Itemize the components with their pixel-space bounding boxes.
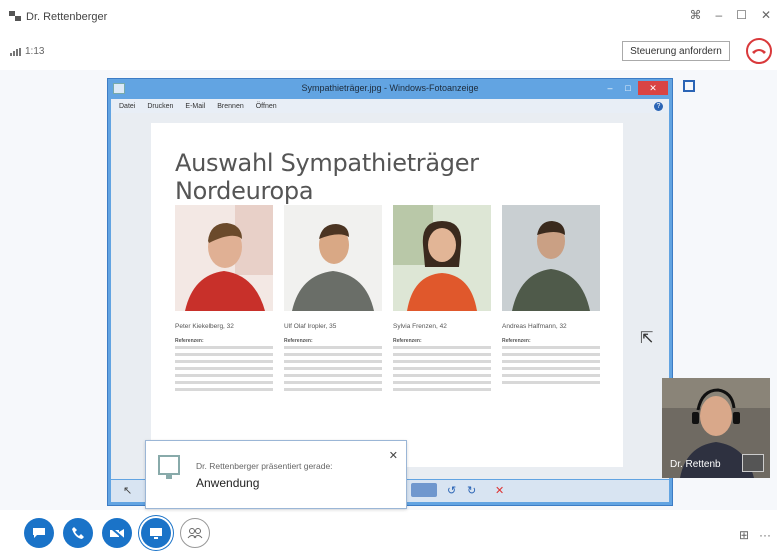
lync-app-icon [9, 11, 21, 21]
phone-hangup-icon [752, 49, 766, 54]
rotate-left-icon[interactable]: ↺ [447, 484, 456, 497]
mouse-cursor-icon: ⇱ [640, 330, 654, 347]
person-name: Andreas Halfmann, 32 [502, 323, 567, 330]
menu-brennen[interactable]: Brennen [217, 103, 243, 110]
presentation-type: Anwendung [196, 476, 260, 490]
references-label: Referenzen: [502, 338, 531, 344]
references-label: Referenzen: [175, 338, 204, 344]
photo-viewer-titlebar: Sympathieträger.jpg - Windows-Fotoanzeig… [108, 79, 672, 99]
hangup-button[interactable] [746, 38, 772, 64]
document-heading: Auswahl Sympathieträger Nordeuropa [175, 149, 479, 205]
title-bar: Dr. Rettenberger ⌘ – ☐ ✕ [0, 0, 777, 34]
photo-viewer-menubar: Datei Drucken E-Mail Brennen Öffnen ? [111, 99, 669, 113]
window-controls: ⌘ – ☐ ✕ [689, 8, 771, 22]
call-duration: 1:13 [25, 46, 45, 57]
pointer-icon: ↖ [123, 485, 133, 497]
phone-icon [72, 527, 84, 539]
presenter-text: Dr. Rettenberger präsentiert gerade: [196, 461, 333, 471]
people-photos [175, 205, 600, 311]
person-caption: Sylvia Frenzen, 42 Referenzen: [393, 323, 491, 395]
layout-icon[interactable]: ⊞ [739, 528, 749, 542]
person-photo [284, 205, 382, 311]
notification-close-button[interactable]: ✕ [389, 449, 398, 462]
delete-icon[interactable]: ✕ [495, 484, 504, 497]
participant-name: Dr. Rettenb [670, 459, 721, 470]
signal-strength-icon [10, 47, 21, 56]
person-photo [175, 205, 273, 311]
maximize-button[interactable]: ☐ [736, 8, 747, 22]
request-control-button[interactable]: Steuerung anfordern [622, 41, 730, 61]
close-button[interactable]: ✕ [761, 8, 771, 22]
presenting-notification: Dr. Rettenberger präsentiert gerade: Anw… [145, 440, 407, 509]
bottom-right-controls: ⊞ ··· [739, 528, 771, 542]
participants-icon [187, 528, 203, 539]
references-label: Referenzen: [393, 338, 422, 344]
document-page: Auswahl Sympathieträger Nordeuropa Peter… [151, 123, 623, 467]
help-icon[interactable]: ? [654, 101, 663, 111]
person-photo [393, 205, 491, 311]
person-name: Ulf Olaf Iropler, 35 [284, 323, 337, 330]
menu-email[interactable]: E-Mail [185, 103, 205, 110]
menu-datei[interactable]: Datei [119, 103, 135, 110]
call-controls [24, 518, 210, 548]
person-caption: Andreas Halfmann, 32 Referenzen: [502, 323, 600, 395]
menu-drucken[interactable]: Drucken [147, 103, 173, 110]
references-label: Referenzen: [284, 338, 313, 344]
menu-oeffnen[interactable]: Öffnen [256, 103, 277, 110]
more-options-icon[interactable]: ··· [759, 528, 771, 542]
person-caption: Ulf Olaf Iropler, 35 Referenzen: [284, 323, 382, 395]
chat-button[interactable] [24, 518, 54, 548]
monitor-icon [158, 455, 180, 479]
slideshow-button[interactable] [411, 483, 437, 497]
camera-icon[interactable] [742, 454, 764, 472]
participant-video: Dr. Rettenb [662, 378, 770, 478]
video-button[interactable] [102, 518, 132, 548]
person-caption: Peter Kiekelberg, 32 Referenzen: [175, 323, 273, 395]
photo-canvas: Auswahl Sympathieträger Nordeuropa Peter… [111, 113, 669, 479]
minimize-button[interactable]: – [715, 8, 722, 22]
pv-minimize-button[interactable]: – [602, 81, 618, 95]
person-name: Sylvia Frenzen, 42 [393, 323, 447, 330]
present-button[interactable] [141, 518, 171, 548]
popout-icon[interactable]: ⌘ [689, 8, 701, 22]
call-status: 1:13 [10, 46, 44, 57]
video-off-icon [109, 526, 125, 540]
photo-viewer-controls: – □ ✕ [602, 81, 668, 95]
people-captions: Peter Kiekelberg, 32 Referenzen: Ulf Ola… [175, 323, 600, 395]
person-name: Peter Kiekelberg, 32 [175, 323, 234, 330]
photo-viewer-title: Sympathieträger.jpg - Windows-Fotoanzeig… [301, 83, 479, 93]
participants-button[interactable] [180, 518, 210, 548]
pv-maximize-button[interactable]: □ [620, 81, 636, 95]
person-photo [502, 205, 600, 311]
monitor-icon [150, 527, 162, 539]
rotate-right-icon[interactable]: ↻ [467, 484, 476, 497]
fullscreen-icon[interactable] [683, 80, 695, 92]
call-button[interactable] [63, 518, 93, 548]
chat-icon [33, 528, 45, 538]
pv-close-button[interactable]: ✕ [638, 81, 668, 95]
window-title: Dr. Rettenberger [26, 11, 108, 23]
